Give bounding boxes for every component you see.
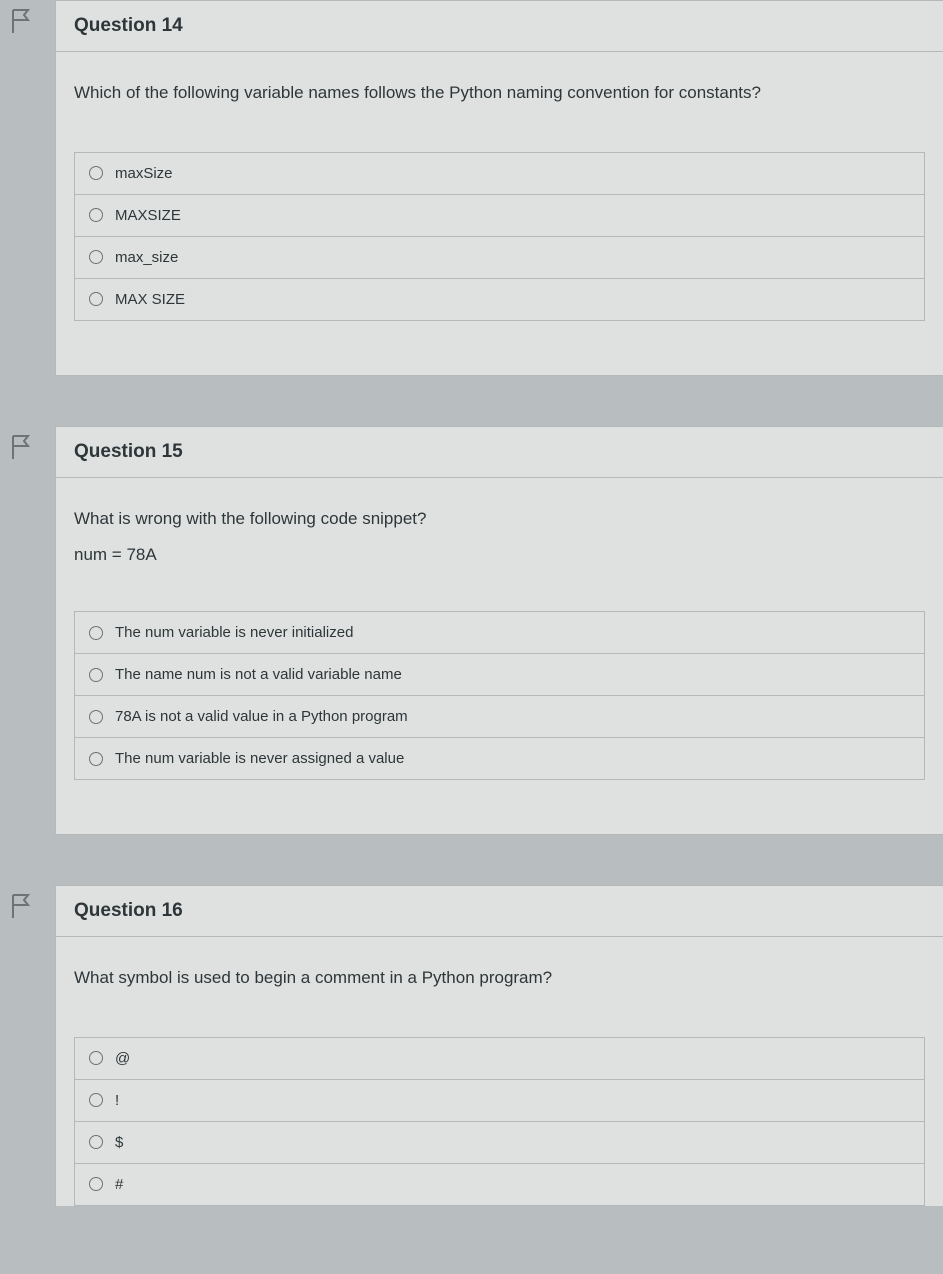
option-row[interactable]: # [75, 1164, 924, 1206]
radio-icon [89, 292, 103, 306]
question-content: Question 15 What is wrong with the follo… [55, 426, 943, 836]
question-body: What symbol is used to begin a comment i… [56, 937, 943, 1023]
question-title: Question 14 [74, 15, 925, 37]
radio-icon [89, 1135, 103, 1149]
option-row[interactable]: $ [75, 1122, 924, 1164]
question-title: Question 16 [74, 900, 925, 922]
option-text: max_size [115, 249, 178, 266]
option-text: maxSize [115, 165, 173, 182]
option-row[interactable]: MAX SIZE [75, 279, 924, 321]
option-text: The name num is not a valid variable nam… [115, 666, 402, 683]
radio-icon [89, 1051, 103, 1065]
option-row[interactable]: MAXSIZE [75, 195, 924, 237]
option-row[interactable]: maxSize [75, 153, 924, 195]
code-snippet: num = 78A [74, 545, 925, 565]
option-row[interactable]: The num variable is never assigned a val… [75, 738, 924, 780]
question-block: Question 16 What symbol is used to begin… [0, 885, 943, 1206]
question-header: Question 15 [56, 427, 943, 478]
flag-icon[interactable] [10, 893, 32, 919]
option-text: The num variable is never assigned a val… [115, 750, 404, 767]
radio-icon [89, 1177, 103, 1191]
option-row[interactable]: max_size [75, 237, 924, 279]
radio-icon [89, 208, 103, 222]
option-text: The num variable is never initialized [115, 624, 353, 641]
option-text: ! [115, 1092, 119, 1109]
option-text: 78A is not a valid value in a Python pro… [115, 708, 408, 725]
question-block: Question 14 Which of the following varia… [0, 0, 943, 376]
option-text: $ [115, 1134, 123, 1151]
flag-icon[interactable] [10, 8, 32, 34]
option-text: MAXSIZE [115, 207, 181, 224]
question-header: Question 14 [56, 1, 943, 52]
question-block: Question 15 What is wrong with the follo… [0, 426, 943, 836]
question-prompt: Which of the following variable names fo… [74, 80, 925, 106]
option-row[interactable]: The num variable is never initialized [75, 612, 924, 654]
radio-icon [89, 1093, 103, 1107]
radio-icon [89, 752, 103, 766]
flag-column [0, 885, 55, 924]
option-row[interactable]: ! [75, 1080, 924, 1122]
radio-icon [89, 626, 103, 640]
option-row[interactable]: 78A is not a valid value in a Python pro… [75, 696, 924, 738]
question-content: Question 16 What symbol is used to begin… [55, 885, 943, 1206]
question-title: Question 15 [74, 441, 925, 463]
radio-icon [89, 250, 103, 264]
flag-column [0, 0, 55, 39]
option-text: MAX SIZE [115, 291, 185, 308]
option-row[interactable]: @ [75, 1038, 924, 1080]
options-list: @ ! $ # [74, 1037, 925, 1206]
question-prompt: What is wrong with the following code sn… [74, 506, 925, 532]
options-list: The num variable is never initialized Th… [74, 611, 925, 780]
radio-icon [89, 710, 103, 724]
options-list: maxSize MAXSIZE max_size MAX SIZE [74, 152, 925, 321]
question-content: Question 14 Which of the following varia… [55, 0, 943, 376]
option-text: @ [115, 1050, 130, 1067]
question-body: What is wrong with the following code sn… [56, 478, 943, 598]
option-row[interactable]: The name num is not a valid variable nam… [75, 654, 924, 696]
radio-icon [89, 668, 103, 682]
flag-icon[interactable] [10, 434, 32, 460]
question-body: Which of the following variable names fo… [56, 52, 943, 138]
flag-column [0, 426, 55, 465]
question-header: Question 16 [56, 886, 943, 937]
option-text: # [115, 1176, 123, 1193]
question-prompt: What symbol is used to begin a comment i… [74, 965, 925, 991]
radio-icon [89, 166, 103, 180]
